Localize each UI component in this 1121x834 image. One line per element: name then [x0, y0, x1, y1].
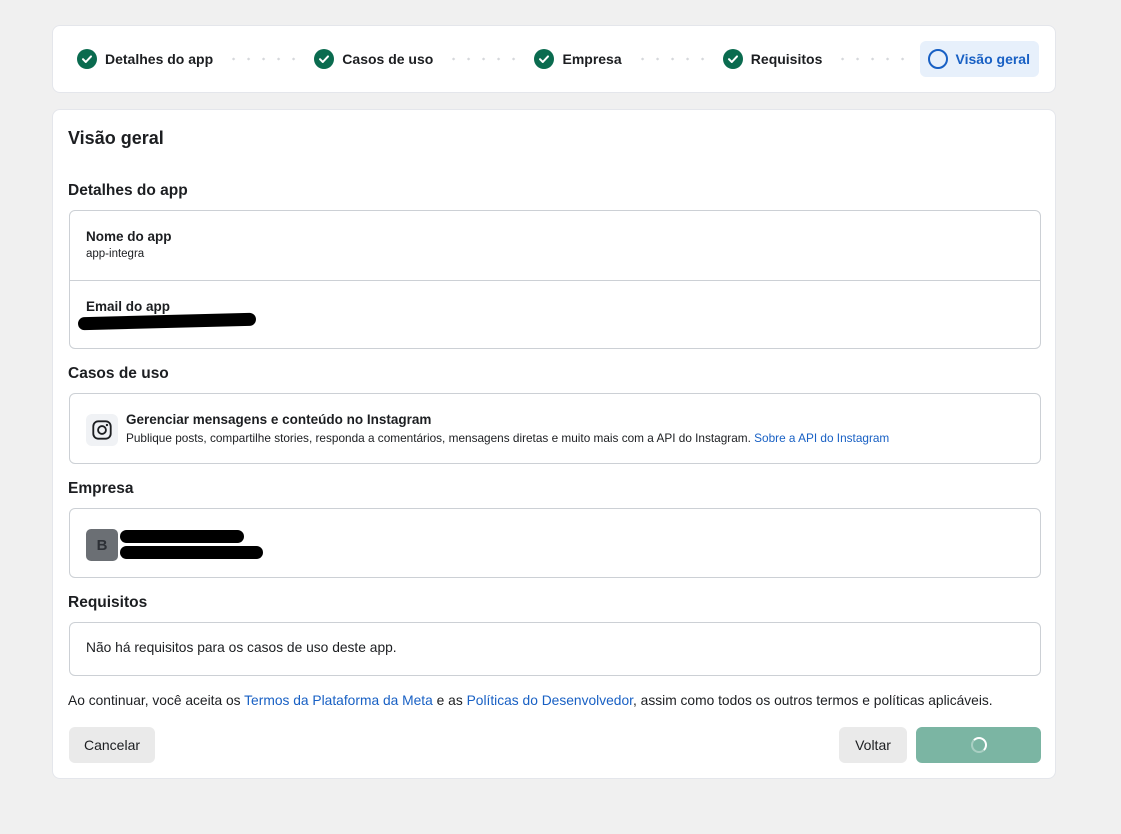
loading-spinner-icon — [970, 737, 987, 753]
terms-prefix: Ao continuar, você aceita os — [68, 693, 245, 708]
step-separator — [223, 57, 305, 61]
step-label: Empresa — [562, 51, 622, 67]
cancel-button[interactable]: Cancelar — [69, 727, 155, 763]
business-box: B — [69, 508, 1041, 578]
section-title-business: Empresa — [68, 480, 134, 497]
use-case-box: Gerenciar mensagens e conteúdo no Instag… — [69, 393, 1041, 464]
app-email-label: Email do app — [86, 299, 171, 314]
app-details-box: Nome do app app-integra Email do app — [69, 210, 1041, 349]
check-icon — [534, 49, 555, 69]
app-name-value: app-integra — [86, 248, 145, 260]
section-title-app-details: Detalhes do app — [68, 182, 188, 199]
step-label: Detalhes do app — [105, 51, 214, 67]
app-name-label: Nome do app — [86, 229, 172, 244]
overview-card: Visão geral Detalhes do app Nome do app … — [52, 109, 1056, 779]
meta-platform-terms-link[interactable]: Termos da Plataforma da Meta — [244, 693, 433, 708]
section-title-requirements: Requisitos — [68, 594, 148, 611]
step-overview[interactable]: Visão geral — [919, 41, 1039, 77]
use-case-title: Gerenciar mensagens e conteúdo no Instag… — [126, 412, 432, 427]
stepper: Detalhes do app Casos de uso Empresa Req… — [52, 25, 1056, 93]
requirements-text: Não há requisitos para os casos de uso d… — [86, 640, 397, 655]
redaction-mark — [120, 530, 244, 543]
submit-button[interactable] — [916, 727, 1041, 763]
terms-suffix: , assim como todos os outros termos e po… — [633, 693, 993, 708]
page-title: Visão geral — [68, 128, 164, 148]
use-case-description-text: Publique posts, compartilhe stories, res… — [126, 431, 751, 445]
terms-text: Ao continuar, você aceita os Termos da P… — [68, 693, 993, 708]
developer-policies-link[interactable]: Políticas do Desenvolvedor — [467, 693, 633, 708]
step-use-cases[interactable]: Casos de uso — [310, 41, 437, 77]
business-avatar: B — [86, 529, 118, 561]
current-step-circle-icon — [927, 49, 948, 69]
requirements-box: Não há requisitos para os casos de uso d… — [69, 622, 1041, 676]
section-title-use-cases: Casos de uso — [68, 365, 169, 382]
step-app-details[interactable]: Detalhes do app — [73, 41, 217, 77]
check-icon — [314, 49, 335, 69]
redaction-mark — [77, 312, 257, 331]
app-email-row: Email do app — [70, 281, 1040, 349]
step-business[interactable]: Empresa — [530, 41, 625, 77]
step-label: Requisitos — [750, 51, 823, 67]
instagram-api-link[interactable]: Sobre a API do Instagram — [754, 431, 889, 445]
use-case-description: Publique posts, compartilhe stories, res… — [126, 431, 889, 445]
check-icon — [77, 49, 97, 69]
redaction-mark — [120, 546, 263, 559]
terms-middle: e as — [432, 693, 467, 708]
instagram-icon — [86, 414, 118, 446]
check-icon — [722, 49, 743, 69]
back-button[interactable]: Voltar — [839, 727, 907, 763]
app-name-row: Nome do app app-integra — [70, 211, 1040, 280]
step-separator — [443, 57, 525, 61]
step-separator — [832, 57, 914, 61]
step-separator — [631, 57, 713, 61]
step-requirements[interactable]: Requisitos — [719, 41, 827, 77]
step-label: Visão geral — [955, 51, 1030, 67]
step-label: Casos de uso — [342, 51, 434, 67]
